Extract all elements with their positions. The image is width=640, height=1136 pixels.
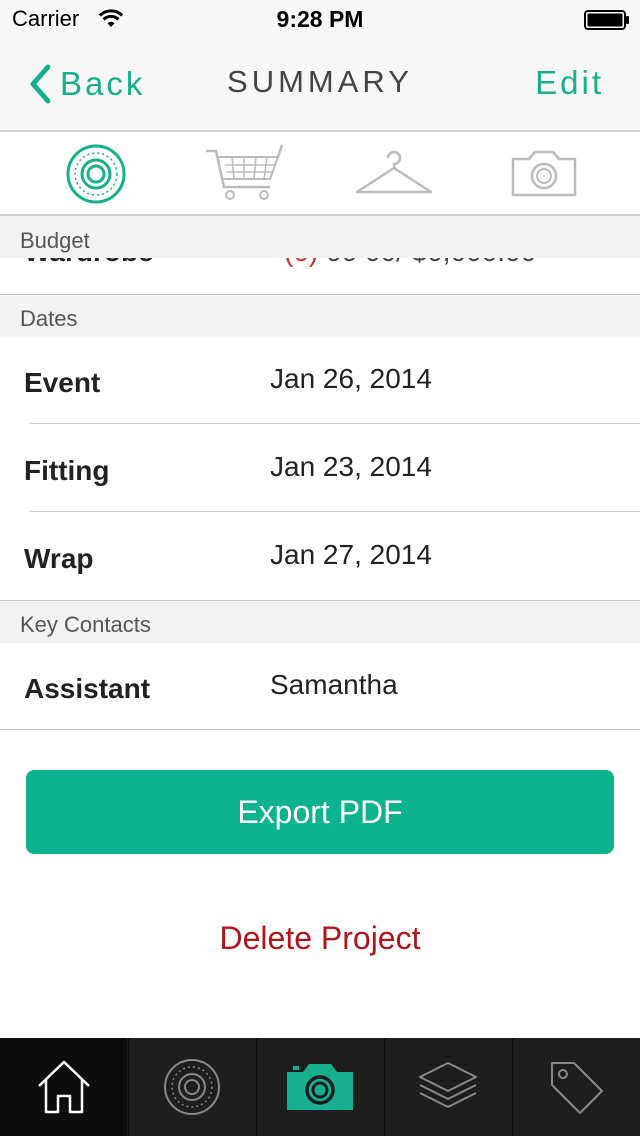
battery-icon [584,10,630,30]
tab-layers[interactable] [384,1038,511,1136]
segment-wardrobe[interactable] [344,138,444,210]
layers-icon [419,1062,477,1108]
edit-button[interactable]: Edit [535,64,604,102]
budget-row[interactable]: Wardrobe (0) 00 00/ $0,000.00 [0,258,640,295]
date-row-wrap[interactable]: Wrap Jan 27, 2014 [0,513,640,601]
segment-budget[interactable] [194,138,294,210]
camera-icon [287,1064,353,1110]
tag-icon [551,1062,603,1114]
date-row-value: Jan 26, 2014 [270,363,432,394]
contact-row-assistant[interactable]: Assistant Samantha [0,643,640,731]
hanger-icon [355,150,433,194]
export-pdf-button[interactable]: Export PDF [26,770,614,854]
date-row-value: Jan 27, 2014 [270,539,432,570]
navigation-bar: Back SUMMARY Edit [0,40,640,132]
date-row-fitting[interactable]: Fitting Jan 23, 2014 [0,425,640,513]
budget-row-label: Wardrobe [24,258,154,268]
segment-bar [0,132,640,216]
budget-row-value-amount: 00 00/ $0,000.00 [326,258,536,267]
status-bar: Carrier 9:28 PM [0,0,640,40]
budget-row-value: (0) 00 00/ $0,000.00 [284,258,536,268]
row-separator [30,511,640,512]
contact-row-label: Assistant [24,673,151,704]
segment-photos[interactable] [494,138,594,210]
home-icon [37,1060,90,1114]
camera-icon [511,150,577,197]
date-row-value: Jan 23, 2014 [270,451,432,482]
section-header-contacts: Key Contacts [0,601,640,643]
cart-icon [206,144,284,200]
tab-home[interactable] [0,1038,127,1136]
dial-icon [66,144,126,204]
date-row-label: Fitting [24,455,110,486]
budget-row-value-negative: (0) [284,258,318,267]
dial-icon [164,1059,220,1115]
segment-summary[interactable] [46,138,146,210]
date-row-label: Event [24,367,101,398]
clock: 9:28 PM [276,6,364,32]
tab-camera[interactable] [256,1038,383,1136]
section-header-budget: Budget [0,216,640,258]
date-row-event[interactable]: Event Jan 26, 2014 [0,337,640,425]
tab-projects[interactable] [128,1038,255,1136]
delete-project-button[interactable]: Delete Project [0,920,640,957]
row-separator [30,423,640,424]
contact-row-value: Samantha [270,669,398,700]
tab-bar [0,1038,640,1136]
section-divider [0,729,640,730]
section-header-dates: Dates [0,295,640,337]
tab-tags[interactable] [512,1038,639,1136]
date-row-label: Wrap [24,543,94,574]
